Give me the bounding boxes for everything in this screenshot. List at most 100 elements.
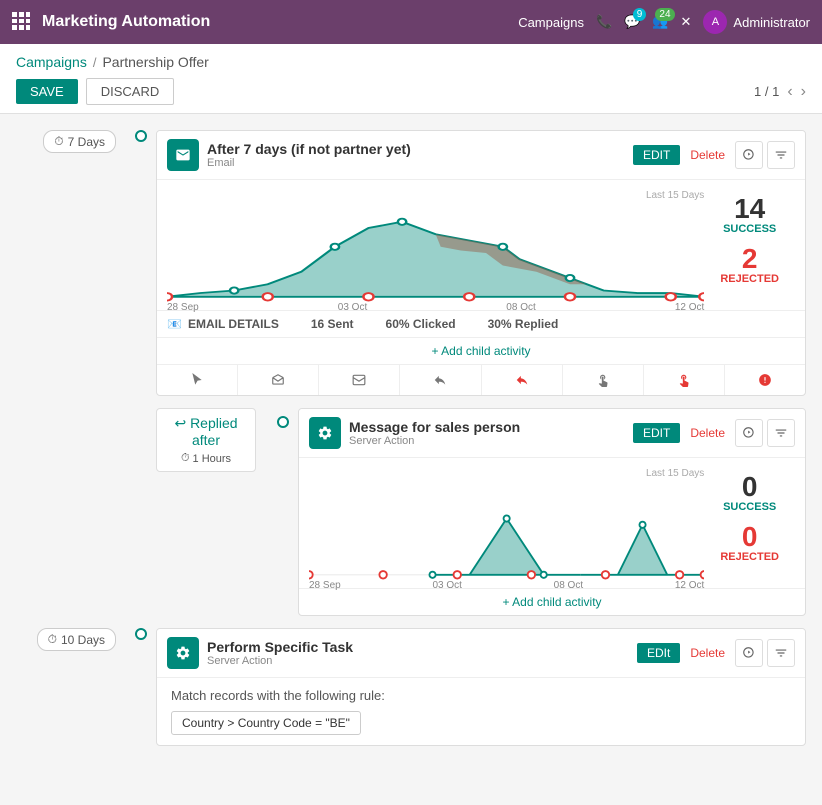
chart-x-labels-1: 28 Sep 03 Oct 08 Oct 12 Oct [167, 302, 704, 313]
chart-icon-btn-1[interactable] [735, 141, 763, 169]
delay-label-3: ⏱ 10 Days [16, 628, 126, 651]
connector-3 [126, 628, 156, 640]
replied-after-wrapper: ↩ Replied after ⏱ 1 Hours [156, 408, 256, 472]
activity-row-3: ⏱ 10 Days Perform Specific Task Server A… [16, 628, 806, 746]
clock-icon-sub: ⏱ [181, 452, 190, 465]
sub-flow-content: ↩ Replied after ⏱ 1 Hours Message [156, 408, 806, 616]
chart-stats-2: 0 SUCCESS 0 REJECTED [704, 468, 795, 578]
action-bar: SAVE DISCARD 1 / 1 ‹ › [16, 78, 806, 113]
icon-reply[interactable] [400, 365, 481, 395]
breadcrumb: Campaigns / Partnership Offer [16, 54, 806, 70]
rule-badge: Country > Country Code = "BE" [171, 711, 361, 735]
connector-1 [126, 130, 156, 142]
settings-icon[interactable]: ✕ [681, 14, 692, 30]
gear-icon-3 [167, 637, 199, 669]
breadcrumb-current: Partnership Offer [102, 54, 208, 70]
filter-icon-btn-3[interactable] [767, 639, 795, 667]
main-content: ⏱ 7 Days After 7 days (if not partner ye… [0, 114, 822, 774]
icon-reply-red[interactable] [482, 365, 563, 395]
replied-after-label: ↩ Replied after ⏱ 1 Hours [156, 408, 256, 472]
card-actions-2: EDIT Delete [633, 419, 795, 447]
discard-button[interactable]: DISCARD [86, 78, 175, 105]
filter-icon-btn-1[interactable] [767, 141, 795, 169]
x-label-2-3: 12 Oct [675, 580, 704, 591]
nav-campaigns[interactable]: Campaigns [518, 15, 584, 30]
trigger-time-text: 1 Hours [193, 453, 232, 465]
filter-icon-btn-2[interactable] [767, 419, 795, 447]
x-label-1-0: 28 Sep [167, 302, 199, 313]
chart-container-1: Last 15 Days [167, 190, 704, 300]
clock-icon-3: ⏱ [48, 632, 57, 647]
icon-envelope-open[interactable] [238, 365, 319, 395]
match-rule-3: Match records with the following rule: C… [157, 678, 805, 745]
card-title-area-2: Message for sales person Server Action [349, 419, 633, 447]
nav-icons: 📞 💬 9 👥 24 ✕ A Administrator [596, 10, 810, 34]
chart-icon-btn-2[interactable] [735, 419, 763, 447]
chart-x-labels-2: 28 Sep 03 Oct 08 Oct 12 Oct [309, 580, 704, 591]
email-details-bar-1: 📧 EMAIL DETAILS 16 Sent 60% Clicked 30% … [157, 310, 805, 337]
top-nav: Marketing Automation Campaigns 📞 💬 9 👥 2… [0, 0, 822, 44]
card-subtitle-2: Server Action [349, 435, 633, 447]
sub-dot-connector [268, 408, 298, 428]
icon-warning[interactable] [725, 365, 805, 395]
card-title-3: Perform Specific Task [207, 639, 637, 655]
pagination-text: 1 / 1 [754, 84, 779, 99]
match-rule-text: Match records with the following rule: [171, 688, 791, 703]
prev-page-button[interactable]: ‹ [787, 83, 792, 101]
success-num-1: 14 [734, 195, 765, 223]
rejected-label-2: REJECTED [720, 551, 779, 563]
success-label-1: SUCCESS [723, 223, 776, 235]
chat-icon[interactable]: 💬 9 [624, 14, 640, 30]
email-details-icon: 📧 [167, 317, 182, 331]
delete-button-2[interactable]: Delete [684, 423, 731, 443]
phone-icon[interactable]: 📞 [596, 14, 612, 30]
icon-envelope-closed[interactable] [319, 365, 400, 395]
activity-icon[interactable]: 👥 24 [652, 14, 668, 30]
edit-button-1[interactable]: EDIT [633, 145, 680, 165]
edit-button-3[interactable]: EDIt [637, 643, 680, 663]
rejected-label-1: REJECTED [720, 273, 779, 285]
replied-detail: 30% Replied [488, 317, 559, 331]
clicked-detail: 60% Clicked [386, 317, 456, 331]
card-header-3: Perform Specific Task Server Action EDIt… [157, 629, 805, 678]
breadcrumb-campaigns[interactable]: Campaigns [16, 54, 87, 70]
delete-button-1[interactable]: Delete [684, 145, 731, 165]
card-subtitle-1: Email [207, 157, 633, 169]
chart-icon-btn-3[interactable] [735, 639, 763, 667]
delete-button-3[interactable]: Delete [684, 643, 731, 663]
icon-cursor[interactable] [157, 365, 238, 395]
activity-row-1: ⏱ 7 Days After 7 days (if not partner ye… [16, 130, 806, 396]
gear-icon-2 [309, 417, 341, 449]
sub-flow-row: ↩ Replied after ⏱ 1 Hours Message [16, 408, 806, 616]
x-label-1-1: 03 Oct [338, 302, 367, 313]
chart-last-days-2: Last 15 Days [309, 468, 704, 479]
chart-svg-2 [309, 481, 704, 581]
grid-icon[interactable] [12, 12, 30, 33]
rejected-num-1: 2 [742, 245, 758, 273]
x-label-2-2: 08 Oct [554, 580, 583, 591]
save-button[interactable]: SAVE [16, 79, 78, 104]
card-header-1: After 7 days (if not partner yet) Email … [157, 131, 805, 180]
chart-area-1: Last 15 Days [157, 180, 805, 310]
app-title: Marketing Automation [42, 13, 506, 31]
x-label-1-2: 08 Oct [506, 302, 535, 313]
admin-menu[interactable]: A Administrator [703, 10, 810, 34]
icon-hand[interactable] [563, 365, 644, 395]
delay-text-3: 10 Days [61, 633, 105, 647]
trigger-time: ⏱ 1 Hours [181, 452, 231, 465]
reply-arrow-icon: ↩ Replied after [167, 415, 245, 448]
admin-label: Administrator [733, 15, 810, 30]
add-child-2[interactable]: + Add child activity [299, 588, 805, 615]
add-child-1[interactable]: + Add child activity [157, 337, 805, 364]
card-actions-1: EDIT Delete [633, 141, 795, 169]
success-label-2: SUCCESS [723, 501, 776, 513]
edit-button-2[interactable]: EDIT [633, 423, 680, 443]
card-subtitle-3: Server Action [207, 655, 637, 667]
card-title-area-3: Perform Specific Task Server Action [207, 639, 637, 667]
activity-icons-1 [157, 364, 805, 395]
delay-badge-1: ⏱ 7 Days [43, 130, 116, 153]
card-title-1: After 7 days (if not partner yet) [207, 141, 633, 157]
next-page-button[interactable]: › [801, 83, 806, 101]
activity-card-1: After 7 days (if not partner yet) Email … [156, 130, 806, 396]
icon-hand-red[interactable] [644, 365, 725, 395]
